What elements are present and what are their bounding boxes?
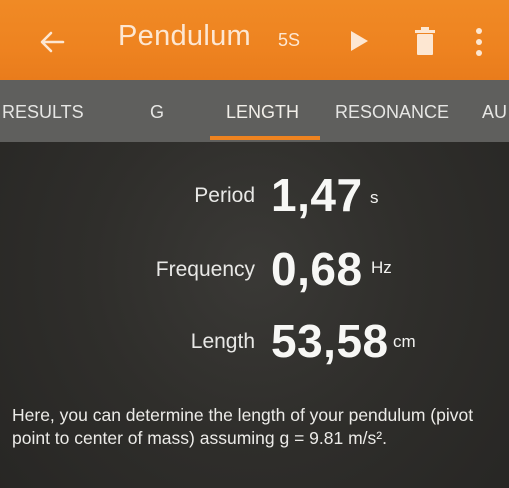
frequency-value: 0,68 — [271, 243, 363, 295]
period-unit: s — [370, 188, 379, 207]
period-label: Period — [194, 184, 255, 207]
frequency-label: Frequency — [155, 258, 255, 281]
duration-label[interactable]: 5S — [278, 30, 300, 51]
tab-results[interactable]: RESULTS — [2, 102, 84, 123]
tab-length[interactable]: LENGTH — [226, 102, 299, 123]
tab-bar: RESULTS G LENGTH RESONANCE AU — [0, 80, 509, 142]
period-value: 1,47 — [271, 169, 363, 221]
pendulum-screen: Pendulum 5S RESULTS G LENGTH RESONANCE A… — [0, 0, 509, 488]
more-options-button[interactable] — [468, 24, 490, 60]
active-tab-indicator — [210, 136, 320, 140]
description-text: Here, you can determine the length of yo… — [12, 405, 474, 448]
trash-icon — [415, 27, 435, 55]
app-bar: Pendulum 5S — [0, 0, 509, 80]
delete-button[interactable] — [410, 23, 440, 59]
frequency-unit: Hz — [371, 258, 392, 277]
tab-g[interactable]: G — [150, 102, 164, 123]
page-title: Pendulum — [118, 20, 251, 52]
length-unit: cm — [393, 332, 416, 351]
play-button[interactable] — [344, 26, 374, 56]
tab-resonance[interactable]: RESONANCE — [335, 102, 449, 123]
back-button[interactable] — [32, 22, 72, 62]
more-vert-icon — [476, 28, 482, 56]
tab-auto[interactable]: AU — [482, 102, 507, 123]
length-label: Length — [190, 330, 255, 353]
length-value: 53,58 — [271, 315, 389, 367]
arrow-back-icon — [40, 31, 65, 53]
play-icon — [351, 31, 368, 51]
